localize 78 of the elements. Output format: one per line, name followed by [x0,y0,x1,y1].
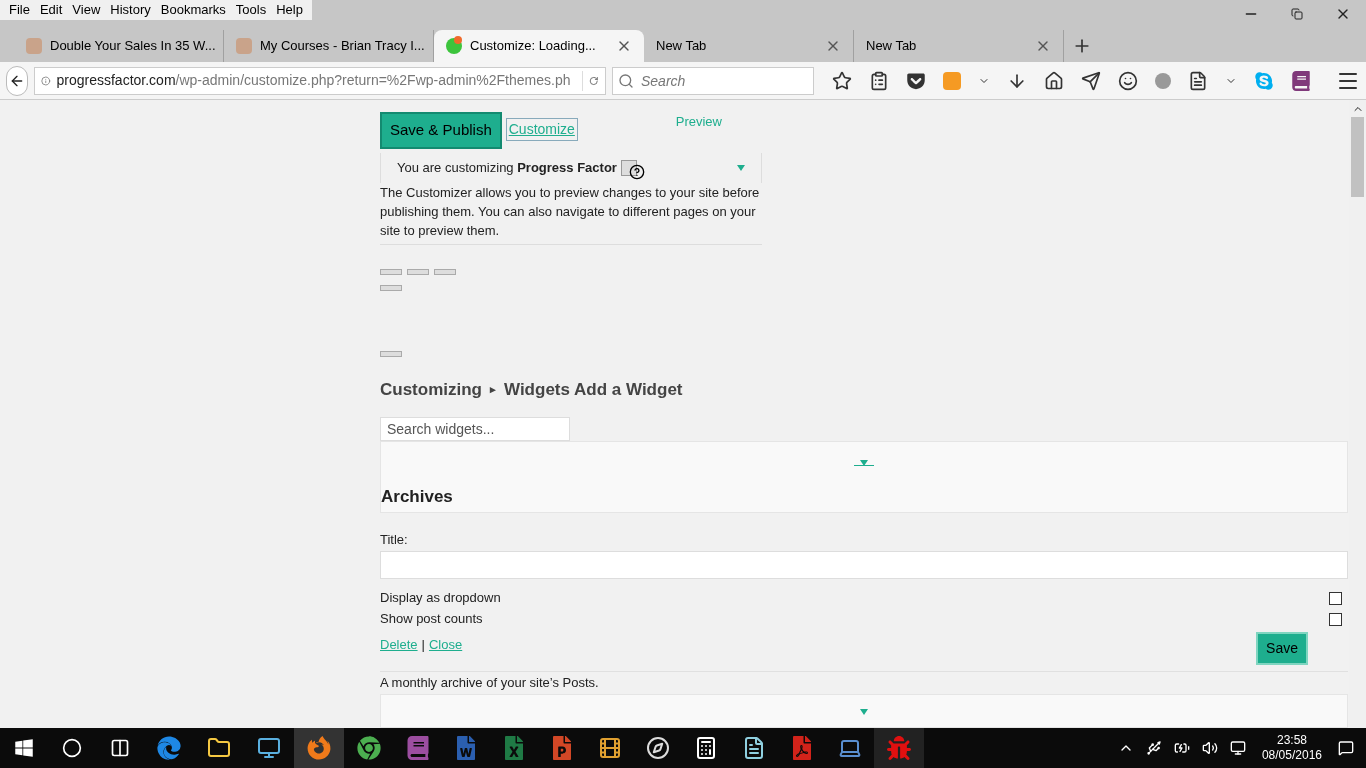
tab-title: New Tab [656,37,708,56]
smiley-icon[interactable] [1118,70,1138,91]
breadcrumb-separator: ▸ [490,382,496,397]
tab-title: Customize: Loading... [470,37,597,56]
person-avatar-icon [26,38,42,54]
menu-item[interactable]: History [105,0,156,20]
tab-title: My Courses - Brian Tracy I... [260,37,425,56]
checkbox[interactable] [1329,591,1342,605]
widget-description: A monthly archive of your site’s Posts. [380,673,600,692]
restore-icon[interactable] [1291,8,1303,20]
search-widgets-field[interactable]: Search widgets... [380,417,570,441]
menu-item[interactable]: View [67,0,106,20]
notebook-icon[interactable] [1291,70,1311,91]
checkbox[interactable] [1329,612,1342,626]
menu-item[interactable]: Tools [230,0,272,20]
paper-plane-icon[interactable] [1081,70,1101,91]
presentation-icon[interactable] [550,736,574,760]
folder-icon[interactable] [207,736,231,760]
menu-item[interactable]: Help [271,0,308,20]
url-text: progressfactor.com/wp-admin/customize.php?return=%2Fwp-admin%2Fthemes.ph [56,71,571,90]
monitor-icon[interactable] [257,736,281,760]
clock-time[interactable]: 23:58 [1276,733,1307,748]
scrollbar-thumb[interactable] [1351,117,1364,197]
browser-tab[interactable]: Customize: Loading... [434,30,644,62]
option-label: Display as dropdown [380,589,502,608]
home-icon[interactable] [1044,70,1064,91]
customizing-notice: You are customizing Progress Factor [397,158,617,177]
site-logo-icon [446,38,462,54]
network-icon[interactable] [1229,740,1246,756]
task-view-icon[interactable] [110,738,130,758]
field-label: Title: [380,531,409,550]
notifications-icon[interactable] [1338,740,1354,756]
word-document-icon[interactable] [454,736,478,760]
firefox-icon[interactable] [307,736,331,760]
widget-header[interactable]: Archives [380,440,1348,514]
menu-item[interactable]: File [4,0,35,20]
spreadsheet-icon[interactable] [502,736,526,760]
save-publish-button[interactable]: Save & Publish [380,112,502,149]
usb-icon[interactable] [1145,740,1162,756]
document-icon[interactable] [1188,70,1208,91]
notebook-icon[interactable] [406,736,430,760]
back-button[interactable] [6,65,28,96]
breadcrumb-text: Customizing [380,378,482,401]
title-input[interactable] [380,550,1348,579]
help-icon[interactable] [628,163,645,180]
chrome-icon[interactable] [357,736,381,760]
compass-icon[interactable] [646,736,670,760]
save-button[interactable]: Save [1256,631,1308,665]
tab-title: New Tab [866,37,918,56]
notepad-icon[interactable] [742,736,766,760]
windows-logo-icon[interactable] [14,738,34,758]
person-avatar-icon [236,38,252,54]
bubbles-icon[interactable] [1155,72,1171,89]
battery-icon[interactable] [1173,740,1190,756]
option-label: Show post counts [380,610,484,629]
toggle-box[interactable] [620,159,637,176]
search-circle-icon[interactable] [62,738,82,758]
star-icon[interactable] [832,70,852,91]
expand-triangle-icon[interactable] [854,459,874,466]
search-icon [618,72,634,89]
customizer-description: The Customizer allows you to preview changes to your site before publishing them. You can also navigate to different pages on your site to preview them. [380,182,762,245]
tab-title: Double Your Sales In 35 W... [50,37,216,56]
clock-date[interactable]: 08/05/2016 [1261,748,1322,763]
calculator-icon[interactable] [694,736,718,760]
breadcrumb-text: Widgets Add a Widget [504,378,683,401]
edge-browser-icon[interactable] [157,736,181,760]
pdf-icon[interactable] [790,736,814,760]
search-field[interactable]: Search [612,66,814,95]
link-separator: | [421,636,425,655]
widget-title: Archives [381,485,454,508]
expand-triangle-icon[interactable] [860,709,868,715]
volume-icon[interactable] [1201,740,1218,756]
address-bar[interactable]: progressfactor.com/wp-admin/customize.php?return=%2Fwp-admin%2Fthemes.ph [34,66,606,95]
clipboard-list-icon[interactable] [869,70,889,91]
film-icon[interactable] [598,736,622,760]
bug-icon[interactable] [887,736,911,760]
menu-item[interactable]: Bookmarks [155,0,231,20]
menu-item[interactable]: Edit [34,0,68,20]
